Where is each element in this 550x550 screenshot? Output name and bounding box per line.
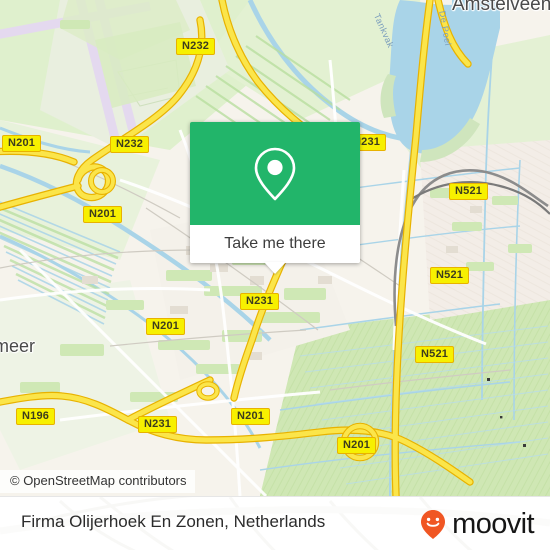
callout-pointer-tail <box>264 262 286 274</box>
road-shield-n521: N521 <box>430 267 470 284</box>
moovit-smiley-pin-icon <box>421 510 446 539</box>
location-callout-card[interactable]: Take me there <box>190 122 360 274</box>
map-pin-icon <box>254 147 296 200</box>
road-shield-n231: N231 <box>138 416 178 433</box>
road-shield-n201: N201 <box>231 408 271 425</box>
map-canvas[interactable]: Amstelveen meer Tankvak De Poel N232 N20… <box>0 0 550 496</box>
road-shield-n201: N201 <box>337 437 377 454</box>
road-shield-n232: N232 <box>176 38 216 55</box>
road-shield-n201: N201 <box>83 206 123 223</box>
road-shield-n201: N201 <box>146 318 186 335</box>
road-shield-n521: N521 <box>449 183 489 200</box>
road-shield-n201: N201 <box>2 135 42 152</box>
location-title: Firma Olijerhoek En Zonen, Netherlands <box>21 512 326 531</box>
road-shield-n196: N196 <box>16 408 56 425</box>
road-shield-n231: N231 <box>240 293 280 310</box>
map-screenshot-root: Amstelveen meer Tankvak De Poel N232 N20… <box>0 0 550 550</box>
place-label-amstelveen: Amstelveen <box>452 0 550 15</box>
callout-action-area[interactable]: Take me there <box>190 225 360 274</box>
osm-attribution[interactable]: © OpenStreetMap contributors <box>0 470 195 493</box>
road-shield-n232: N232 <box>110 136 150 153</box>
bottom-info-bar: Firma Olijerhoek En Zonen, Netherlands m… <box>0 496 550 550</box>
take-me-there-label: Take me there <box>224 235 326 252</box>
place-label-meer: meer <box>0 336 36 356</box>
moovit-wordmark: moovit <box>452 507 534 540</box>
road-shield-n521: N521 <box>415 346 455 363</box>
moovit-logo[interactable]: moovit <box>416 507 535 540</box>
callout-icon-area <box>190 122 360 225</box>
